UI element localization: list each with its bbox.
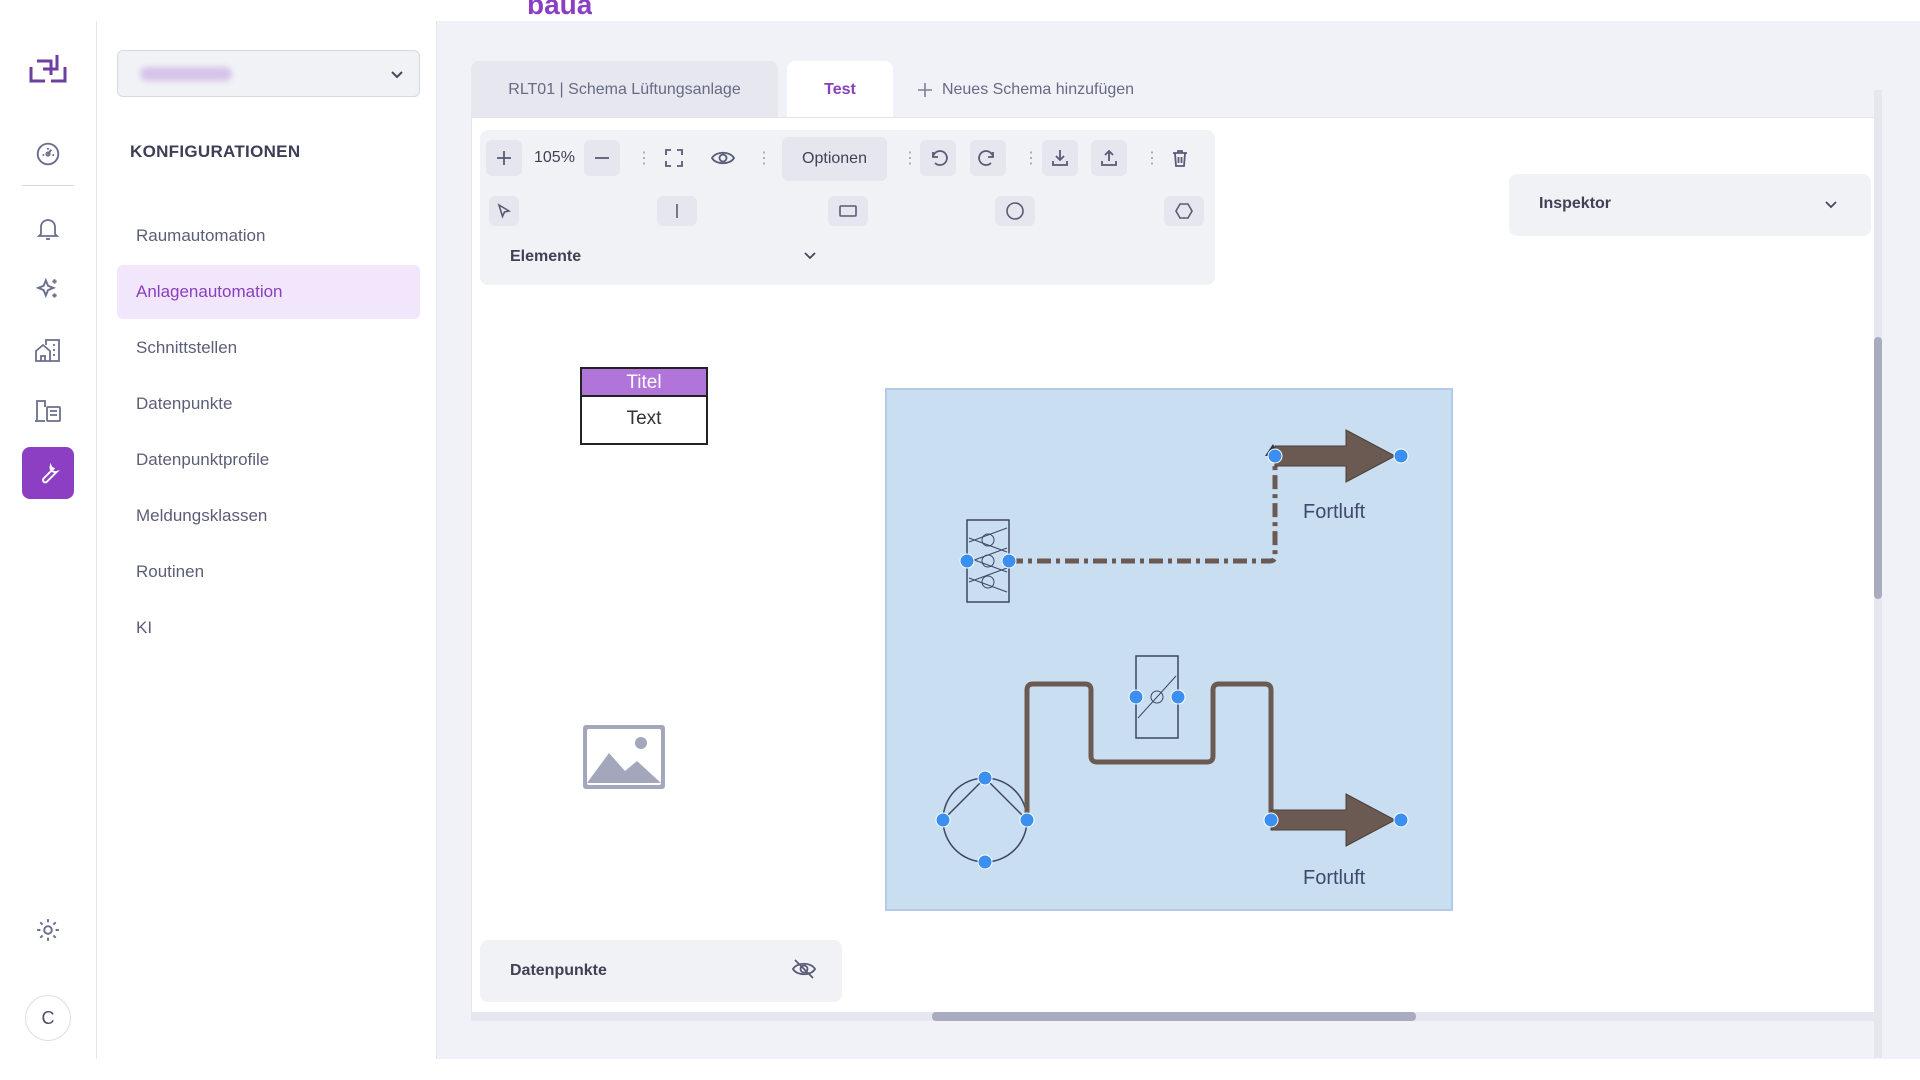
gear-icon[interactable] [22,904,74,956]
building-list-icon[interactable] [22,384,74,436]
inspector-label: Inspektor [1539,195,1612,212]
image-placeholder-icon[interactable] [581,723,667,791]
vertical-scroll-thumb[interactable] [1874,337,1882,599]
horizontal-scroll-thumb[interactable] [932,1012,1416,1021]
zoom-out-button[interactable] [584,140,620,176]
add-schema-button[interactable]: Neues Schema hinzufügen [905,61,1145,118]
menu-item-schnittstellen[interactable]: Schnittstellen [117,321,420,375]
download-icon [1052,150,1068,166]
zoom-level: 105% [534,149,575,166]
inspector-panel[interactable]: Inspektor [1509,174,1871,236]
label-outlet-top: Fortluft [1303,501,1366,523]
cursor-icon [497,203,512,219]
undo-button[interactable] [920,140,956,176]
avatar[interactable]: C [25,995,71,1041]
upload-icon [1101,149,1117,166]
plus-icon [917,82,932,97]
add-schema-label: Neues Schema hinzufügen [941,80,1135,98]
delete-button[interactable] [1162,140,1198,176]
zoom-in-button[interactable] [486,140,522,176]
options-button[interactable]: Optionen [782,137,887,181]
main-area: RLT01 | Schema Lüftungsanlage Test Neues… [437,21,1920,1059]
config-sidebar: KONFIGURATIONEN Raumautomation Anlagenau… [97,21,437,1059]
elements-label[interactable]: Elemente [510,248,581,266]
title-box-title: Titel [582,369,706,397]
wrench-icon[interactable] [22,447,74,499]
fit-screen-button[interactable] [656,140,692,176]
circle-icon [1006,202,1024,220]
logo-icon[interactable] [22,45,74,97]
download-button[interactable] [1042,140,1078,176]
menu-item-meldungsklassen[interactable]: Meldungsklassen [117,489,420,543]
title-box-text: Text [626,408,662,429]
hexagon-tool[interactable] [1164,196,1204,226]
eye-icon [711,151,735,165]
vertical-scrollbar[interactable] [1874,90,1882,1058]
hexagon-icon [1175,203,1193,219]
redo-button[interactable] [970,140,1006,176]
menu-item-routinen[interactable]: Routinen [117,545,420,599]
dashboard-icon[interactable] [22,128,74,180]
fullscreen-icon [665,149,683,167]
chevron-down-icon [1825,201,1837,209]
buildings-icon[interactable] [22,324,74,376]
editor-toolbar: 105% ⋮ ⋮ Optionen ⋮ ⋮ ⋮ Elemente [480,130,1215,285]
section-title: KONFIGURATIONEN [130,142,301,161]
chevron-down-icon [391,71,403,79]
menu-item-raumautomation[interactable]: Raumautomation [117,209,420,263]
tab-rlt01[interactable]: RLT01 | Schema Lüftungsanlage [471,61,778,118]
datapoints-label: Datenpunkte [510,962,607,979]
datapoints-panel[interactable]: Datenpunkte [480,940,842,1002]
circle-tool[interactable] [995,196,1035,226]
hvac-schema-diagram[interactable]: Fortluft Fortluft [885,388,1455,912]
menu-item-ki[interactable]: KI [117,601,420,655]
sparkles-icon[interactable] [22,263,74,315]
bell-icon[interactable] [22,203,74,255]
eye-off-icon[interactable] [792,958,816,980]
tab-test[interactable]: Test [787,61,893,118]
chevron-down-icon[interactable] [800,245,820,265]
select-tool[interactable] [489,196,519,226]
menu-item-anlagenautomation[interactable]: Anlagenautomation [117,265,420,319]
horizontal-scrollbar[interactable] [471,1012,1882,1021]
blurred-project-name [140,67,232,81]
minus-icon [595,157,609,159]
rectangle-icon [839,205,857,217]
undo-icon [932,150,948,166]
upload-button[interactable] [1091,140,1127,176]
menu-item-datenpunktprofile[interactable]: Datenpunktprofile [117,433,420,487]
label-outlet-bottom: Fortluft [1303,867,1366,889]
rectangle-tool[interactable] [828,196,868,226]
line-tool[interactable] [657,196,697,226]
menu-item-datenpunkte[interactable]: Datenpunkte [117,377,420,431]
preview-button[interactable] [705,140,741,176]
redo-icon [978,150,994,166]
line-icon [676,204,678,218]
icon-rail: C [0,21,97,1059]
trash-icon [1173,150,1187,167]
title-text-box[interactable]: Titel Text [580,367,708,445]
project-select[interactable] [117,50,420,97]
plus-icon [497,151,511,165]
